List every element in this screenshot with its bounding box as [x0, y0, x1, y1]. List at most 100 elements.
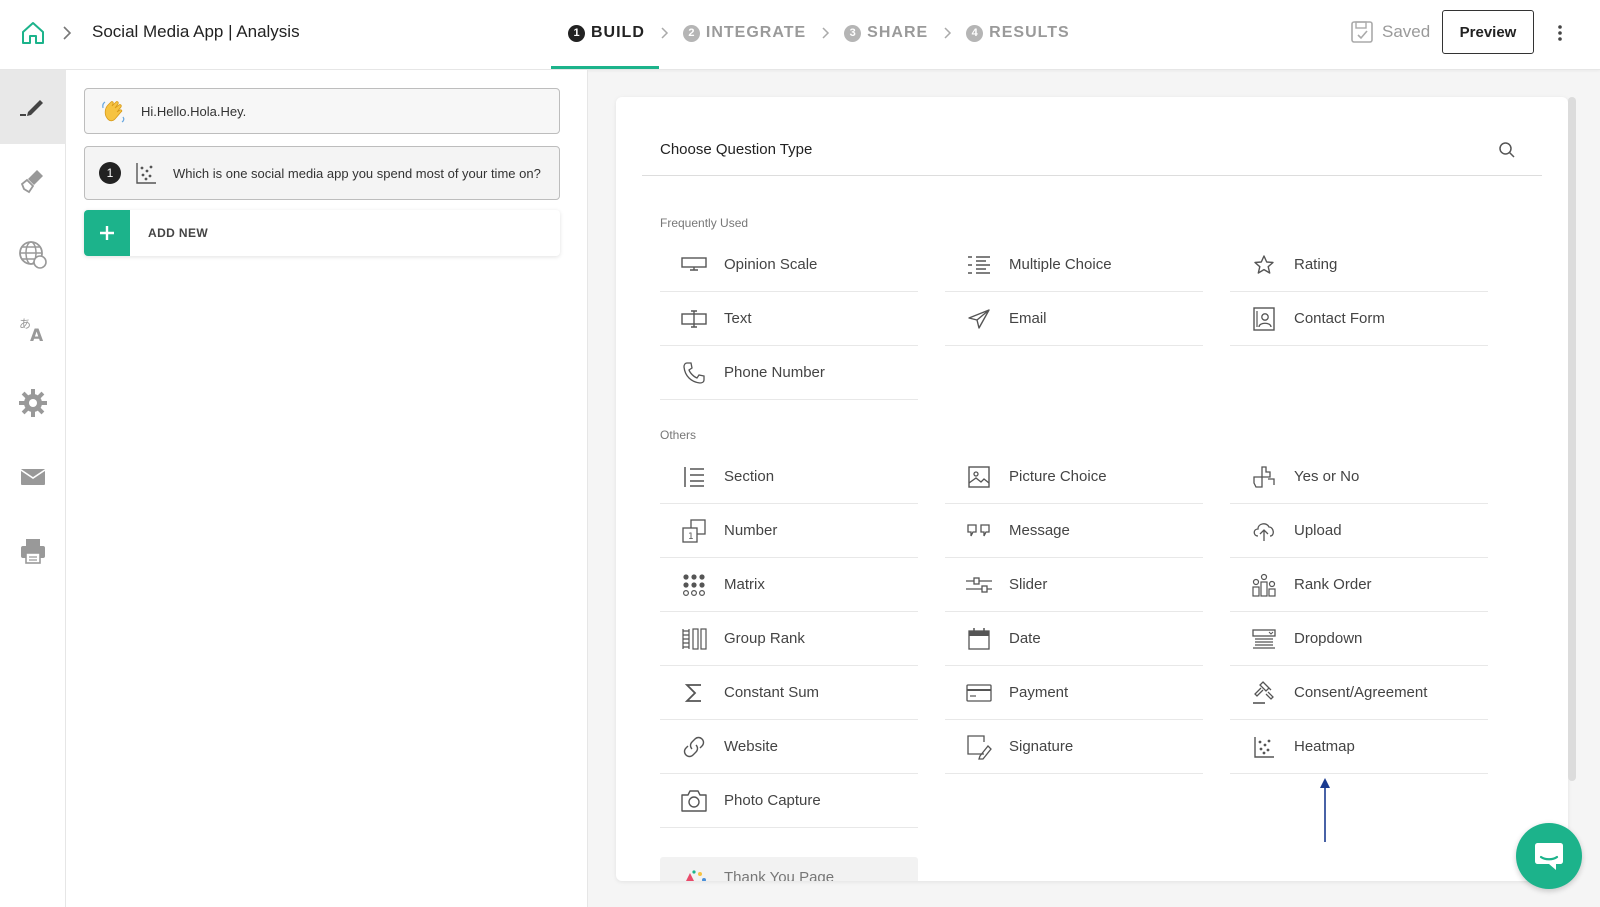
chat-icon: [1535, 843, 1563, 870]
step-integrate[interactable]: 2 INTEGRATE: [682, 24, 806, 42]
qtype-yes-or-no[interactable]: Yes or No: [1230, 450, 1488, 504]
chat-support-button[interactable]: [1516, 823, 1582, 889]
preview-button[interactable]: Preview: [1442, 10, 1534, 54]
app-title[interactable]: Social Media App | Analysis: [92, 22, 300, 42]
globe-icon[interactable]: [0, 218, 66, 292]
matrix-icon: [680, 571, 708, 599]
question-card[interactable]: 1 Which is one social media app you spen…: [84, 146, 560, 200]
paint-brush-icon[interactable]: [0, 144, 66, 218]
section-icon: [680, 463, 708, 491]
phone-icon: [680, 359, 708, 387]
welcome-text: Hi.Hello.Hola.Hey.: [141, 103, 247, 119]
qtype-constant-sum[interactable]: Constant Sum: [660, 666, 918, 720]
qtype-website[interactable]: Website: [660, 720, 918, 774]
qtype-label: Heatmap: [1294, 738, 1355, 755]
qtype-label: Matrix: [724, 576, 765, 593]
chevron-right-icon: [661, 27, 668, 39]
question-list-panel: Hi.Hello.Hola.Hey. 1 Which is one social…: [66, 70, 588, 907]
chooser-scrollbar[interactable]: [1568, 97, 1576, 781]
printer-icon[interactable]: [0, 514, 66, 588]
qtype-slider[interactable]: Slider: [945, 558, 1203, 612]
more-options-icon[interactable]: [1556, 22, 1564, 44]
qtype-label: Slider: [1009, 576, 1048, 593]
qtype-multiple-choice[interactable]: Multiple Choice: [945, 238, 1203, 292]
home-icon[interactable]: [20, 20, 46, 46]
thank-you-page-item[interactable]: Thank You Page: [660, 857, 918, 881]
qtype-upload[interactable]: Upload: [1230, 504, 1488, 558]
qtype-label: Constant Sum: [724, 684, 820, 701]
saved-status: Saved: [1350, 20, 1430, 44]
qtype-number[interactable]: 1 Number: [660, 504, 918, 558]
add-new-label: ADD NEW: [148, 226, 209, 240]
step-number: 3: [844, 24, 862, 42]
qtype-picture-choice[interactable]: Picture Choice: [945, 450, 1203, 504]
others-label: Others: [660, 428, 697, 442]
qtype-signature[interactable]: Signature: [945, 720, 1203, 774]
qtype-consent-agreement[interactable]: Consent/Agreement: [1230, 666, 1488, 720]
qtype-rating[interactable]: Rating: [1230, 238, 1488, 292]
qtype-label: Rank Order: [1294, 576, 1372, 593]
chooser-header: Choose Question Type: [642, 141, 1542, 176]
step-results[interactable]: 4 RESULTS: [966, 24, 1069, 42]
annotation-arrow-icon: [1320, 778, 1330, 842]
party-popper-icon: [680, 869, 708, 881]
multiple-choice-icon: [965, 251, 993, 279]
qtype-text[interactable]: Text: [660, 292, 918, 346]
qtype-matrix[interactable]: Matrix: [660, 558, 918, 612]
welcome-screen-card[interactable]: Hi.Hello.Hola.Hey.: [84, 88, 560, 134]
qtype-label: Message: [1009, 522, 1070, 539]
cloud-upload-icon: [1250, 517, 1278, 545]
qtype-label: Number: [724, 522, 778, 539]
qtype-label: Date: [1009, 630, 1041, 647]
qtype-label: Phone Number: [724, 364, 825, 381]
qtype-date[interactable]: Date: [945, 612, 1203, 666]
qtype-label: Dropdown: [1294, 630, 1363, 647]
pencil-icon[interactable]: [0, 70, 66, 144]
mail-icon[interactable]: [0, 440, 66, 514]
chevron-right-icon: [60, 22, 74, 44]
qtype-label: Multiple Choice: [1009, 256, 1112, 273]
qtype-label: Email: [1009, 310, 1047, 327]
camera-icon: [680, 787, 708, 815]
qtype-photo-capture[interactable]: Photo Capture: [660, 774, 918, 828]
qtype-email[interactable]: Email: [945, 292, 1203, 346]
active-step-indicator: [551, 66, 659, 69]
translate-icon[interactable]: あA: [0, 292, 66, 366]
qtype-opinion-scale[interactable]: Opinion Scale: [660, 238, 918, 292]
question-type-chooser: Choose Question Type Frequently Used Opi…: [616, 97, 1568, 881]
opinion-scale-icon: [680, 251, 708, 279]
qtype-heatmap[interactable]: Heatmap: [1230, 720, 1488, 774]
question-text: Which is one social media app you spend …: [173, 165, 541, 181]
slider-icon: [965, 571, 993, 599]
plus-icon: [84, 210, 130, 256]
qtype-section[interactable]: Section: [660, 450, 918, 504]
heatmap-icon: [1250, 733, 1278, 761]
search-icon[interactable]: [1498, 141, 1516, 159]
frequently-used-label: Frequently Used: [660, 216, 749, 230]
qtype-phone-number[interactable]: Phone Number: [660, 346, 918, 400]
yes-no-icon: [1250, 463, 1278, 491]
qtype-dropdown[interactable]: Dropdown: [1230, 612, 1488, 666]
qtype-label: Consent/Agreement: [1294, 684, 1428, 701]
qtype-label: Photo Capture: [724, 792, 821, 809]
step-label: RESULTS: [989, 24, 1070, 41]
qtype-payment[interactable]: Payment: [945, 666, 1203, 720]
gear-icon[interactable]: [0, 366, 66, 440]
contact-form-icon: [1250, 305, 1278, 333]
qtype-message[interactable]: Message: [945, 504, 1203, 558]
dropdown-icon: [1250, 625, 1278, 653]
step-number: 2: [682, 24, 700, 42]
qtype-label: Text: [724, 310, 752, 327]
step-build[interactable]: 1 BUILD: [568, 24, 645, 42]
chooser-title: Choose Question Type: [660, 141, 813, 158]
number-icon: 1: [680, 517, 708, 545]
qtype-rank-order[interactable]: Rank Order: [1230, 558, 1488, 612]
qtype-label: Payment: [1009, 684, 1069, 701]
qtype-group-rank[interactable]: Group Rank: [660, 612, 918, 666]
question-number: 1: [99, 162, 121, 184]
step-share[interactable]: 3 SHARE: [844, 24, 928, 42]
qtype-label: Contact Form: [1294, 310, 1385, 327]
qtype-label: Upload: [1294, 522, 1342, 539]
qtype-contact-form[interactable]: Contact Form: [1230, 292, 1488, 346]
add-new-button[interactable]: ADD NEW: [84, 210, 560, 256]
